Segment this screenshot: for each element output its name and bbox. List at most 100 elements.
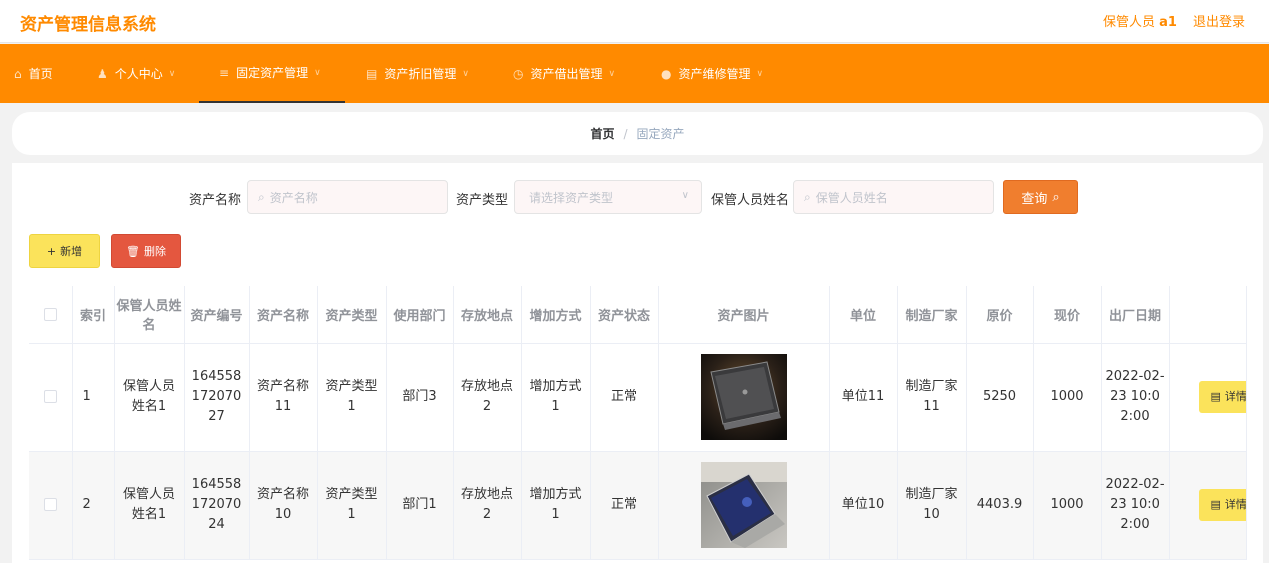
column-header: 单位 (829, 286, 898, 344)
cell-location: 存放地点2 (453, 343, 522, 452)
nav-item-lending[interactable]: ◷ 资产借出管理 ∨ (513, 44, 615, 103)
chevron-down-icon: ∨ (462, 68, 469, 79)
nav-item-repair[interactable]: ● 资产维修管理 ∨ (661, 44, 763, 103)
asset-image-laptop[interactable] (700, 354, 787, 440)
column-header: 资产名称 (249, 286, 318, 344)
nav-item-label: 首页 (28, 67, 53, 81)
column-header: 资产编号 (184, 286, 250, 344)
query-button-label: 查询 (1021, 191, 1048, 207)
detail-button[interactable]: ▤ 详情 (1198, 489, 1246, 521)
cell-unit: 单位11 (829, 343, 898, 452)
add-button[interactable]: + 新增 (29, 234, 100, 268)
cell-method: 增加方式1 (521, 451, 591, 560)
asset-type-placeholder: 请选择资产类型 (529, 190, 614, 205)
nav-item-home[interactable]: ⌂ 首页 (14, 44, 53, 103)
column-header: 使用部门 (386, 286, 454, 344)
app-title: 资产管理信息系统 (20, 15, 156, 35)
chevron-down-icon: ∨ (681, 190, 689, 201)
asset-image-laptop[interactable] (700, 462, 787, 548)
table-header-row: 索引 保管人员姓名 资产编号 资产名称 资产类型 使用部门 存放地点 增加方式 … (29, 286, 1247, 344)
asset-name-input[interactable]: ⌕ 资产名称 (247, 180, 448, 214)
column-header: 增加方式 (521, 286, 591, 344)
nav-item-personal-center[interactable]: ♟ 个人中心 ∨ (97, 44, 175, 103)
cell-type: 资产类型1 (317, 451, 387, 560)
checkbox[interactable] (43, 307, 57, 321)
select-all-checkbox[interactable] (29, 286, 73, 344)
row-checkbox-cell[interactable] (29, 343, 73, 452)
cell-orig-price: 5250 (966, 343, 1034, 452)
nav-item-label: 资产折旧管理 (384, 67, 457, 81)
user-icon: ♟ (97, 66, 108, 81)
user-area: 保管人员 a1 退出登录 (1103, 11, 1245, 30)
cell-name: 资产名称10 (249, 451, 318, 560)
trash-icon: 🗑 (126, 244, 140, 258)
cell-name: 资产名称11 (249, 343, 318, 452)
keeper-name-label: 保管人员姓名 (711, 193, 790, 208)
column-header: 资产图片 (658, 286, 830, 344)
detail-button[interactable]: ▤ 详情 (1198, 381, 1245, 413)
cell-cur-price: 1000 (1033, 451, 1102, 560)
column-header: 存放地点 (453, 286, 522, 344)
breadcrumb-separator: / (623, 126, 628, 141)
user-name: a1 (1159, 15, 1177, 30)
logout-link[interactable]: 退出登录 (1193, 11, 1245, 30)
cell-location: 存放地点2 (453, 451, 522, 560)
table-row: 2 保管人员姓名1 16455817207024 资产名称10 资产类型1 部门… (29, 451, 1247, 560)
nav-item-depreciation[interactable]: ▤ 资产折旧管理 ∨ (366, 44, 469, 103)
chevron-down-icon: ∨ (168, 68, 176, 79)
nav-item-label: 资产借出管理 (530, 67, 603, 81)
nav-item-label: 资产维修管理 (678, 67, 751, 81)
search-icon: ⌕ (1052, 189, 1060, 205)
cell-index: 2 (72, 451, 115, 560)
row-checkbox-cell[interactable] (29, 451, 73, 560)
cell-image (658, 451, 830, 560)
asset-type-select[interactable]: 请选择资产类型 ∨ (514, 180, 702, 214)
cell-date: 2022-02-23 10:02:00 (1101, 451, 1170, 560)
cell-actions: ▤ 详情 (1169, 343, 1247, 452)
keeper-name-placeholder: 保管人员姓名 (815, 190, 888, 205)
detail-button-label: 详情 (1224, 498, 1246, 511)
cell-image (658, 343, 830, 452)
breadcrumb: 首页 / 固定资产 (12, 112, 1263, 155)
table-row: 1 保管人员姓名1 16455817207027 资产名称11 资产类型1 部门… (29, 343, 1247, 452)
content-panel: 资产名称 ⌕ 资产名称 资产类型 请选择资产类型 ∨ 保管人员姓名 ⌕ 保管人员… (12, 163, 1263, 563)
delete-button[interactable]: 🗑 删除 (111, 234, 181, 268)
cell-dept: 部门3 (386, 343, 454, 452)
cell-cur-price: 1000 (1033, 343, 1102, 452)
checkbox[interactable] (43, 498, 57, 511)
add-button-label: 新增 (60, 245, 83, 258)
clock-icon: ◷ (513, 66, 524, 81)
column-header: 保管人员姓名 (114, 286, 185, 344)
main-nav: ⌂ 首页 ♟ 个人中心 ∨ ≡ 固定资产管理 ∨ ▤ 资产折旧管理 ∨ ◷ 资产… (0, 44, 1269, 103)
nav-item-label: 固定资产管理 (236, 66, 309, 80)
chat-icon: ● (661, 66, 672, 81)
cell-maker: 制造厂家11 (897, 343, 967, 452)
breadcrumb-current: 固定资产 (636, 127, 685, 141)
query-button[interactable]: 查询 ⌕ (1003, 180, 1078, 214)
search-icon: ⌕ (804, 189, 811, 204)
breadcrumb-home[interactable]: 首页 (590, 125, 614, 142)
nav-item-label: 个人中心 (114, 67, 163, 81)
cell-code: 16455817207027 (184, 343, 250, 452)
document-icon: ▤ (1210, 390, 1221, 403)
asset-type-label: 资产类型 (456, 193, 509, 208)
cell-method: 增加方式1 (521, 343, 591, 452)
plus-icon: + (46, 244, 57, 258)
search-form: 资产名称 ⌕ 资产名称 资产类型 请选择资产类型 ∨ 保管人员姓名 ⌕ 保管人员… (12, 180, 1263, 214)
cell-type: 资产类型1 (317, 343, 387, 452)
assets-table: 索引 保管人员姓名 资产编号 资产名称 资产类型 使用部门 存放地点 增加方式 … (29, 286, 1247, 560)
column-header: 索引 (72, 286, 115, 344)
cell-date: 2022-02-23 10:02:00 (1101, 343, 1170, 452)
column-header: 资产类型 (317, 286, 387, 344)
actions-column-header (1169, 286, 1247, 344)
nav-item-fixed-assets[interactable]: ≡ 固定资产管理 ∨ (199, 44, 345, 103)
column-header: 现价 (1033, 286, 1102, 344)
document-icon: ▤ (1210, 498, 1221, 511)
search-icon: ⌕ (258, 189, 265, 204)
checkbox[interactable] (43, 390, 57, 403)
keeper-name-input[interactable]: ⌕ 保管人员姓名 (793, 180, 994, 214)
cell-dept: 部门1 (386, 451, 454, 560)
cell-keeper: 保管人员姓名1 (114, 343, 185, 452)
column-header: 原价 (966, 286, 1034, 344)
cell-unit: 单位10 (829, 451, 898, 560)
